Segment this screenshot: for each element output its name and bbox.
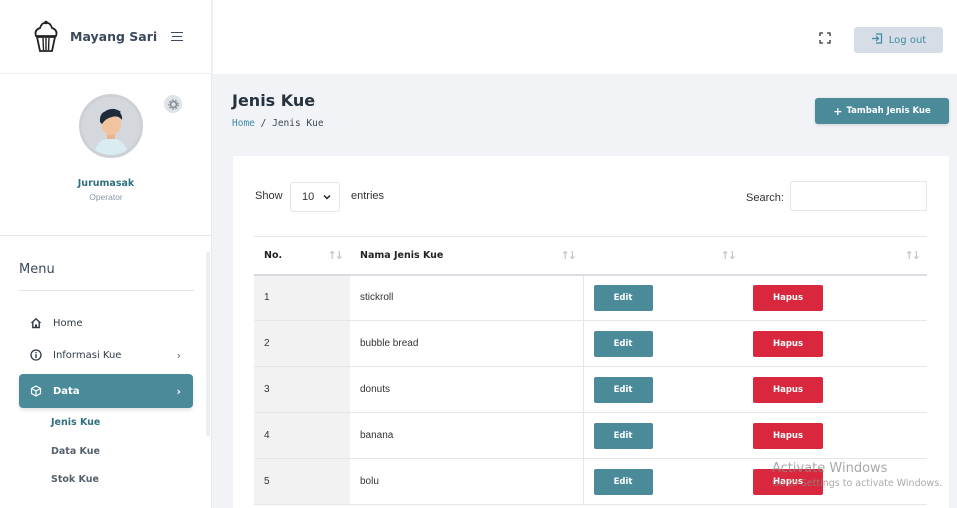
- cell-no: 3: [254, 366, 350, 413]
- profile-name: Jurumasak: [77, 178, 135, 189]
- cell-edit: Edit: [583, 458, 743, 505]
- brand-name: Mayang Sari: [70, 29, 158, 44]
- table-row: 4 banana Edit Hapus: [254, 412, 927, 459]
- column-header-edit[interactable]: ↑↓: [583, 236, 743, 276]
- cell-hapus: Hapus: [743, 412, 927, 459]
- show-label: Show: [255, 190, 283, 202]
- cell-no: 2: [254, 320, 350, 367]
- table-row: 1 stickroll Edit Hapus: [254, 274, 927, 321]
- table-row: 3 donuts Edit Hapus: [254, 366, 927, 413]
- table-header-row: No. ↑↓ Nama Jenis Kue ↑↓ ↑↓ ↑↓: [254, 236, 927, 276]
- plus-icon: +: [833, 104, 843, 118]
- entries-select[interactable]: 10: [290, 182, 340, 212]
- hamburger-menu-icon[interactable]: [171, 31, 184, 42]
- edit-button[interactable]: Edit: [593, 376, 653, 403]
- profile-role: Operator: [89, 192, 123, 202]
- brand: Mayang Sari: [0, 0, 211, 74]
- cell-hapus: Hapus: [743, 458, 927, 505]
- breadcrumb: Home / Jenis Kue: [232, 118, 324, 129]
- sidebar-item-home[interactable]: Home: [19, 310, 193, 336]
- sidebar-item-informasi-kue[interactable]: Informasi Kue ›: [19, 342, 193, 368]
- cell-edit: Edit: [583, 412, 743, 459]
- jenis-kue-table: No. ↑↓ Nama Jenis Kue ↑↓ ↑↓ ↑↓ 1 stickro…: [254, 236, 927, 505]
- column-header-nama-jenis-kue[interactable]: Nama Jenis Kue ↑↓: [350, 236, 583, 276]
- sidebar: Mayang Sari Jurumasak Operator Menu Home: [0, 0, 212, 508]
- avatar: [79, 94, 143, 158]
- cell-no: 5: [254, 458, 350, 505]
- search-label: Search:: [746, 192, 784, 204]
- cell-edit: Edit: [583, 366, 743, 413]
- submenu-item-stok-kue[interactable]: Stok Kue: [51, 474, 99, 485]
- cell-no: 1: [254, 274, 350, 321]
- cell-name: banana: [350, 412, 584, 459]
- menu-title: Menu: [19, 262, 55, 277]
- search-input[interactable]: [790, 181, 927, 211]
- add-button-label: Tambah Jenis Kue: [846, 106, 931, 116]
- cell-no: 4: [254, 412, 350, 459]
- edit-button[interactable]: Edit: [593, 284, 653, 311]
- edit-button[interactable]: Edit: [593, 330, 653, 357]
- profile-card: Jurumasak Operator: [0, 74, 211, 236]
- entries-label: entries: [351, 190, 385, 202]
- cell-name: bolu: [350, 458, 584, 505]
- sort-icon: ↑↓: [327, 249, 345, 262]
- sort-icon: ↑↓: [560, 249, 578, 262]
- breadcrumb-current: Jenis Kue: [272, 118, 324, 129]
- submenu-item-jenis-kue[interactable]: Jenis Kue: [51, 417, 100, 428]
- edit-button[interactable]: Edit: [593, 468, 653, 495]
- sidebar-scrollbar[interactable]: [206, 252, 210, 436]
- sort-icon: ↑↓: [904, 249, 922, 262]
- hapus-button[interactable]: Hapus: [753, 330, 823, 357]
- table-row: 5 bolu Edit Hapus: [254, 458, 927, 505]
- logout-arrow-icon: [871, 33, 883, 47]
- entries-select-value: 10: [302, 191, 315, 203]
- edit-button[interactable]: Edit: [593, 422, 653, 449]
- settings-gear-icon[interactable]: [164, 95, 182, 113]
- column-header-no[interactable]: No. ↑↓: [254, 236, 350, 276]
- menu-divider: [19, 290, 194, 291]
- fullscreen-icon[interactable]: [819, 31, 831, 44]
- add-jenis-kue-button[interactable]: + Tambah Jenis Kue: [815, 98, 949, 124]
- hapus-button[interactable]: Hapus: [753, 422, 823, 449]
- info-icon: [29, 348, 43, 362]
- chevron-right-icon: ›: [176, 348, 181, 362]
- logout-button[interactable]: Log out: [854, 27, 943, 53]
- chevron-right-icon: ›: [176, 384, 181, 398]
- page-title: Jenis Kue: [232, 91, 316, 110]
- cell-name: stickroll: [350, 274, 584, 321]
- breadcrumb-home-link[interactable]: Home: [232, 118, 255, 129]
- logout-label: Log out: [888, 34, 927, 46]
- sidebar-item-label: Home: [53, 317, 83, 329]
- box-icon: [29, 384, 43, 398]
- cell-edit: Edit: [583, 274, 743, 321]
- sidebar-item-data[interactable]: Data ›: [19, 374, 193, 408]
- hapus-button[interactable]: Hapus: [753, 376, 823, 403]
- sort-icon: ↑↓: [720, 249, 738, 262]
- cupcake-logo-icon: [32, 20, 60, 54]
- submenu-item-data-kue[interactable]: Data Kue: [51, 446, 100, 457]
- cell-hapus: Hapus: [743, 320, 927, 367]
- topbar: Log out: [213, 0, 957, 74]
- hapus-button[interactable]: Hapus: [753, 284, 823, 311]
- breadcrumb-separator: /: [260, 118, 267, 129]
- cell-hapus: Hapus: [743, 274, 927, 321]
- cell-hapus: Hapus: [743, 366, 927, 413]
- cell-edit: Edit: [583, 320, 743, 367]
- hapus-button[interactable]: Hapus: [753, 468, 823, 495]
- column-header-hapus[interactable]: ↑↓: [743, 236, 927, 276]
- cell-name: bubble bread: [350, 320, 584, 367]
- sidebar-item-label: Data: [53, 385, 80, 397]
- cell-name: donuts: [350, 366, 584, 413]
- sidebar-item-label: Informasi Kue: [53, 349, 122, 361]
- home-icon: [29, 316, 43, 330]
- chevron-down-icon: [323, 192, 331, 202]
- data-table-card: Show 10 entries Search: No. ↑↓ Nama Jeni…: [233, 156, 949, 508]
- table-row: 2 bubble bread Edit Hapus: [254, 320, 927, 367]
